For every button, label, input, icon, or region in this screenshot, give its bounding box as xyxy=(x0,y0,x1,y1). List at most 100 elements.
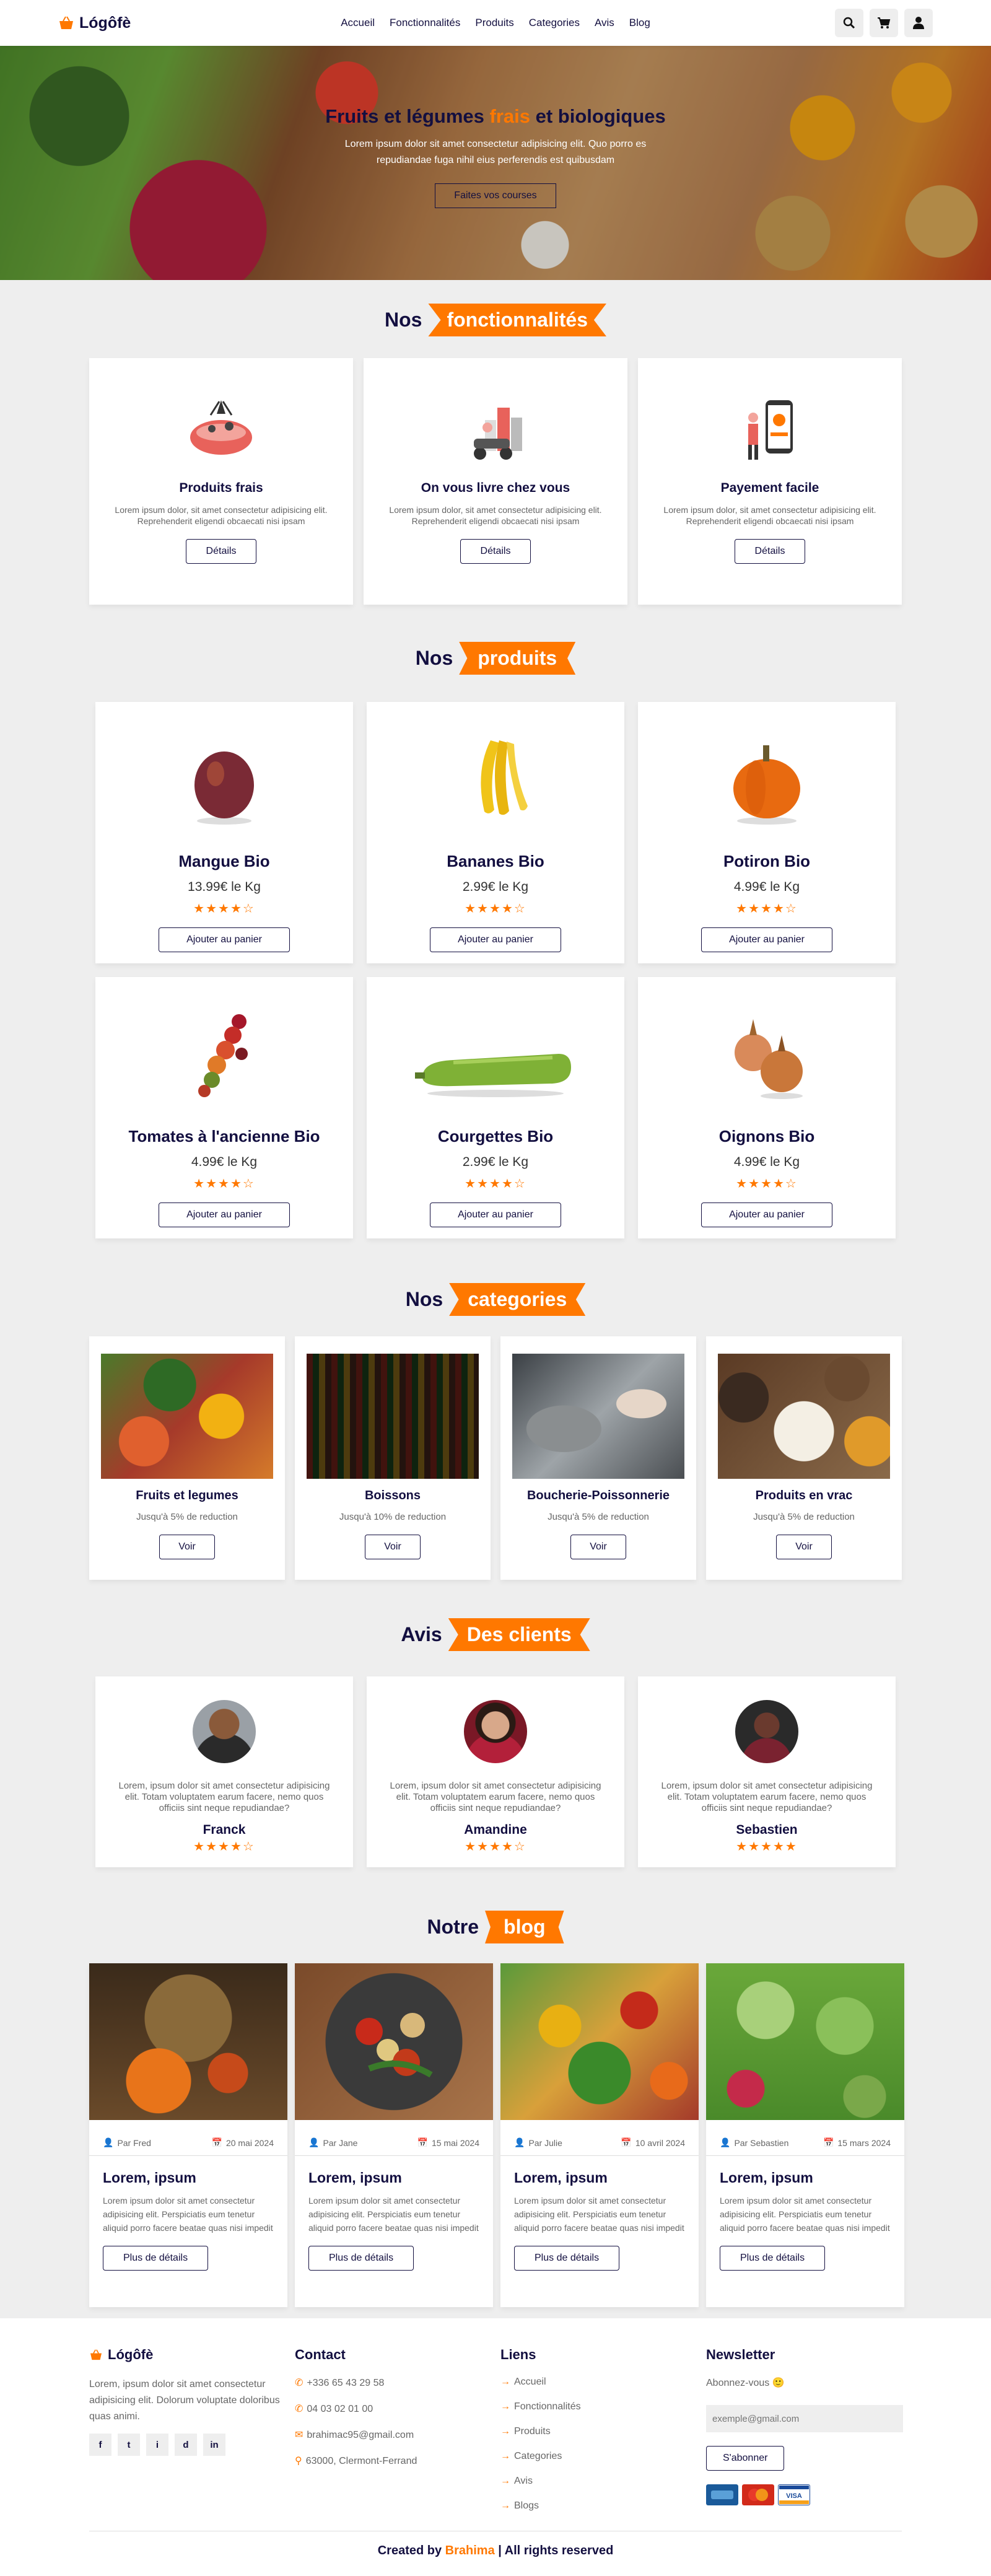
tomatoes-image xyxy=(95,1003,353,1102)
blog-image xyxy=(500,1963,699,2120)
product-name: Bananes Bio xyxy=(447,852,544,870)
product-name: Potiron Bio xyxy=(723,852,811,870)
drinks-image xyxy=(307,1354,479,1479)
footer: Lógôfè Lorem, ipsum dolor sit amet conse… xyxy=(0,2318,991,2576)
nav-accueil[interactable]: Accueil xyxy=(341,17,375,29)
blog-post-text: Lorem ipsum dolor sit amet consectetur a… xyxy=(720,2196,890,2233)
contact-phone-landline[interactable]: ✆ 04 03 02 01 00 xyxy=(295,2403,493,2415)
categories-title-ribbon: categories xyxy=(449,1283,586,1316)
blog-post-title: Lorem, ipsum xyxy=(308,2170,402,2186)
categories-title: Nos categories xyxy=(0,1283,991,1316)
footer-link-avis[interactable]: → Avis xyxy=(500,2476,699,2487)
footer-link-text: Avis xyxy=(514,2476,533,2486)
contact-email[interactable]: ✉ brahimac95@gmail.com xyxy=(295,2429,493,2441)
facebook-icon[interactable]: f xyxy=(89,2434,111,2456)
categories-title-plain: Nos xyxy=(405,1288,443,1310)
nav-categories[interactable]: Categories xyxy=(529,17,580,29)
add-to-cart-button[interactable]: Ajouter au panier xyxy=(430,1203,561,1227)
contact-address[interactable]: ⚲ 63000, Clermont-Ferrand xyxy=(295,2455,493,2467)
search-icon xyxy=(843,17,855,29)
footer-link-blogs[interactable]: → Blogs xyxy=(500,2500,699,2512)
subscribe-button[interactable]: S'abonner xyxy=(706,2446,785,2471)
credit-author[interactable]: Brahima xyxy=(445,2544,495,2557)
hero-banner: Fruits et légumes frais et biologiques L… xyxy=(0,46,991,280)
calendar-icon: 📅 xyxy=(417,2137,428,2147)
product-price: 2.99€ le Kg xyxy=(462,1155,529,1169)
shop-now-button[interactable]: Faites vos courses xyxy=(435,183,556,208)
category-card: Produits en vrac Jusqu'à 5% de reduction… xyxy=(706,1336,902,1580)
view-category-button[interactable]: Voir xyxy=(365,1535,421,1559)
logo[interactable]: Lógôfè xyxy=(58,14,131,32)
add-to-cart-button[interactable]: Ajouter au panier xyxy=(701,927,832,952)
nav-fonctionnalites[interactable]: Fonctionnalités xyxy=(390,17,460,29)
feature-text: Lorem ipsum dolor, sit amet consectetur … xyxy=(115,505,328,526)
category-card: Boissons Jusqu'à 10% de reduction Voir xyxy=(295,1336,491,1580)
calendar-icon: 📅 xyxy=(621,2137,632,2147)
delivery-illustration xyxy=(455,389,536,470)
view-category-button[interactable]: Voir xyxy=(159,1535,215,1559)
blog-post-text: Lorem ipsum dolor sit amet consectetur a… xyxy=(514,2196,684,2233)
blog-meta: 👤 Par Sebastien 📅 15 mars 2024 xyxy=(706,2137,904,2156)
blog-author-text: Par Julie xyxy=(528,2137,562,2148)
footer-link-text: Blogs xyxy=(514,2500,539,2511)
view-category-button[interactable]: Voir xyxy=(776,1535,832,1559)
footer-contact-title: Contact xyxy=(295,2347,346,2362)
reviewer-name: Franck xyxy=(203,1823,246,1837)
nav-blog[interactable]: Blog xyxy=(629,17,650,29)
feature-details-button[interactable]: Détails xyxy=(460,539,531,564)
add-to-cart-button[interactable]: Ajouter au panier xyxy=(159,927,290,952)
feature-details-button[interactable]: Détails xyxy=(734,539,806,564)
feature-title: Payement facile xyxy=(720,481,819,495)
blog-image xyxy=(295,1963,493,2120)
footer-link-categories[interactable]: → Categories xyxy=(500,2451,699,2462)
products-title-plain: Nos xyxy=(415,647,453,669)
blog-date: 📅 20 mai 2024 xyxy=(212,2137,274,2148)
linkedin-icon[interactable]: in xyxy=(203,2434,225,2456)
category-discount: Jusqu'à 5% de reduction xyxy=(753,1512,855,1522)
product-card: Oignons Bio 4.99€ le Kg ★★★★☆ Ajouter au… xyxy=(638,977,896,1238)
arrow-right-icon: → xyxy=(500,2451,510,2461)
nav-produits[interactable]: Produits xyxy=(475,17,513,29)
user-button[interactable] xyxy=(904,9,933,37)
tiktok-icon[interactable]: d xyxy=(175,2434,197,2456)
search-button[interactable] xyxy=(835,9,863,37)
add-to-cart-button[interactable]: Ajouter au panier xyxy=(701,1203,832,1227)
hero-title-part2: et biologiques xyxy=(530,105,666,127)
user-icon: 👤 xyxy=(720,2137,731,2147)
blog-details-button[interactable]: Plus de détails xyxy=(720,2246,826,2271)
blog-author: 👤 Par Fred xyxy=(103,2137,151,2148)
product-card: Tomates à l'ancienne Bio 4.99€ le Kg ★★★… xyxy=(95,977,353,1238)
blog-card: 👤 Par Fred 📅 20 mai 2024 Lorem, ipsum Lore… xyxy=(89,1963,287,2307)
footer-logo[interactable]: Lógôfè xyxy=(89,2347,287,2363)
blog-details-button[interactable]: Plus de détails xyxy=(308,2246,414,2271)
calendar-icon: 📅 xyxy=(211,2137,222,2147)
view-category-button[interactable]: Voir xyxy=(570,1535,626,1559)
blog-details-button[interactable]: Plus de détails xyxy=(103,2246,209,2271)
blog-title-plain: Notre xyxy=(427,1916,479,1938)
product-name: Courgettes Bio xyxy=(437,1127,554,1146)
contact-phone-mobile[interactable]: ✆ +336 65 43 29 58 xyxy=(295,2377,493,2389)
fruits-vegetables-image xyxy=(101,1354,273,1479)
footer-link-fonctionnalites[interactable]: → Fonctionnalités xyxy=(500,2401,699,2412)
footer-link-produits[interactable]: → Produits xyxy=(500,2426,699,2437)
blog-meta: 👤 Par Julie 📅 10 avril 2024 xyxy=(500,2137,699,2156)
footer-about: Lógôfè Lorem, ipsum dolor sit amet conse… xyxy=(89,2347,287,2456)
user-icon: 👤 xyxy=(103,2137,114,2147)
newsletter-email-input[interactable] xyxy=(706,2405,903,2432)
feature-title: On vous livre chez vous xyxy=(421,481,570,495)
envelope-icon: ✉ xyxy=(295,2430,303,2440)
feature-details-button[interactable]: Détails xyxy=(185,539,257,564)
instagram-icon[interactable]: i xyxy=(146,2434,168,2456)
bananas-image xyxy=(367,728,624,827)
add-to-cart-button[interactable]: Ajouter au panier xyxy=(430,927,561,952)
twitter-icon[interactable]: t xyxy=(118,2434,140,2456)
add-to-cart-button[interactable]: Ajouter au panier xyxy=(159,1203,290,1227)
cart-button[interactable] xyxy=(870,9,898,37)
blog-post-text: Lorem ipsum dolor sit amet consectetur a… xyxy=(103,2196,273,2233)
blog-details-button[interactable]: Plus de détails xyxy=(514,2246,620,2271)
nav-avis[interactable]: Avis xyxy=(595,17,614,29)
user-icon: 👤 xyxy=(514,2137,525,2147)
footer-link-accueil[interactable]: → Accueil xyxy=(500,2377,699,2388)
review-text: Lorem, ipsum dolor sit amet consectetur … xyxy=(661,1781,873,1813)
fresh-produce-illustration xyxy=(181,389,261,470)
